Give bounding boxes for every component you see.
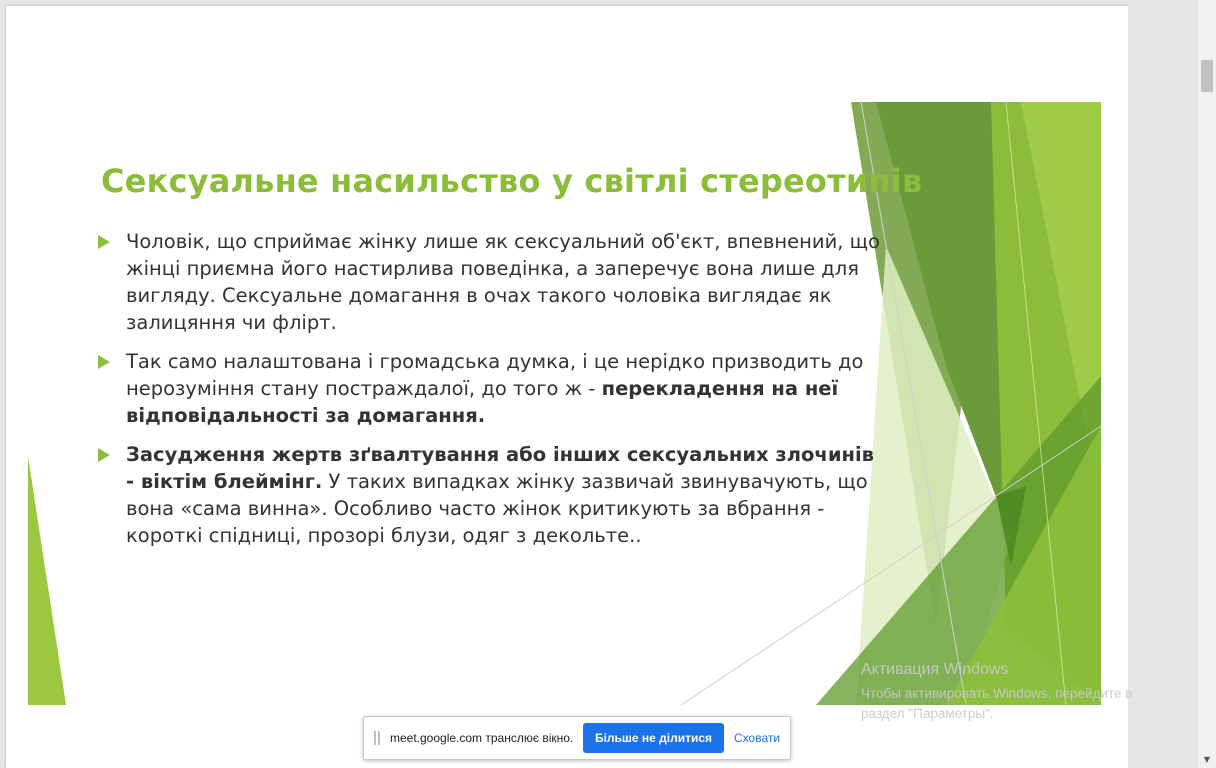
windows-activation-watermark: Активация Windows Чтобы активировать Win…: [861, 660, 1132, 724]
share-message: meet.google.com транслює вікно.: [390, 731, 574, 745]
triangle-right-icon: [98, 448, 110, 462]
hide-link[interactable]: Сховати: [734, 731, 780, 745]
bullet-item: Чоловік, що сприймає жінку лише як сексу…: [96, 228, 886, 336]
vertical-scrollbar[interactable]: ▼: [1198, 0, 1216, 768]
scrollbar-thumb[interactable]: [1201, 60, 1213, 92]
triangle-right-icon: [98, 235, 110, 249]
screen-share-bar: meet.google.com транслює вікно. Більше н…: [363, 716, 791, 760]
slide-title: Сексуальне насильство у світлі стереотип…: [101, 162, 923, 200]
triangle-right-icon: [98, 355, 110, 369]
bullet-item: Так само налаштована і громадська думка,…: [96, 348, 886, 429]
stop-sharing-button[interactable]: Більше не ділитися: [583, 723, 724, 753]
watermark-line-1: Чтобы активировать Windows, перейдите в: [861, 686, 1133, 701]
left-accent-triangle: [28, 456, 66, 705]
watermark-title: Активация Windows: [861, 661, 1009, 678]
viewer-background: [1128, 0, 1198, 768]
chevron-down-icon[interactable]: ▼: [1198, 752, 1216, 768]
drag-handle-icon[interactable]: [374, 731, 380, 745]
bullet-list: Чоловік, що сприймає жінку лише як сексу…: [96, 228, 886, 561]
slide-page: Сексуальне насильство у світлі стереотип…: [6, 6, 1128, 768]
watermark-line-2: раздел "Параметры".: [861, 706, 994, 721]
bullet-item: Засудження жертв зґвалтування або інших …: [96, 441, 886, 549]
bullet-text: Чоловік, що сприймає жінку лише як сексу…: [126, 230, 880, 334]
